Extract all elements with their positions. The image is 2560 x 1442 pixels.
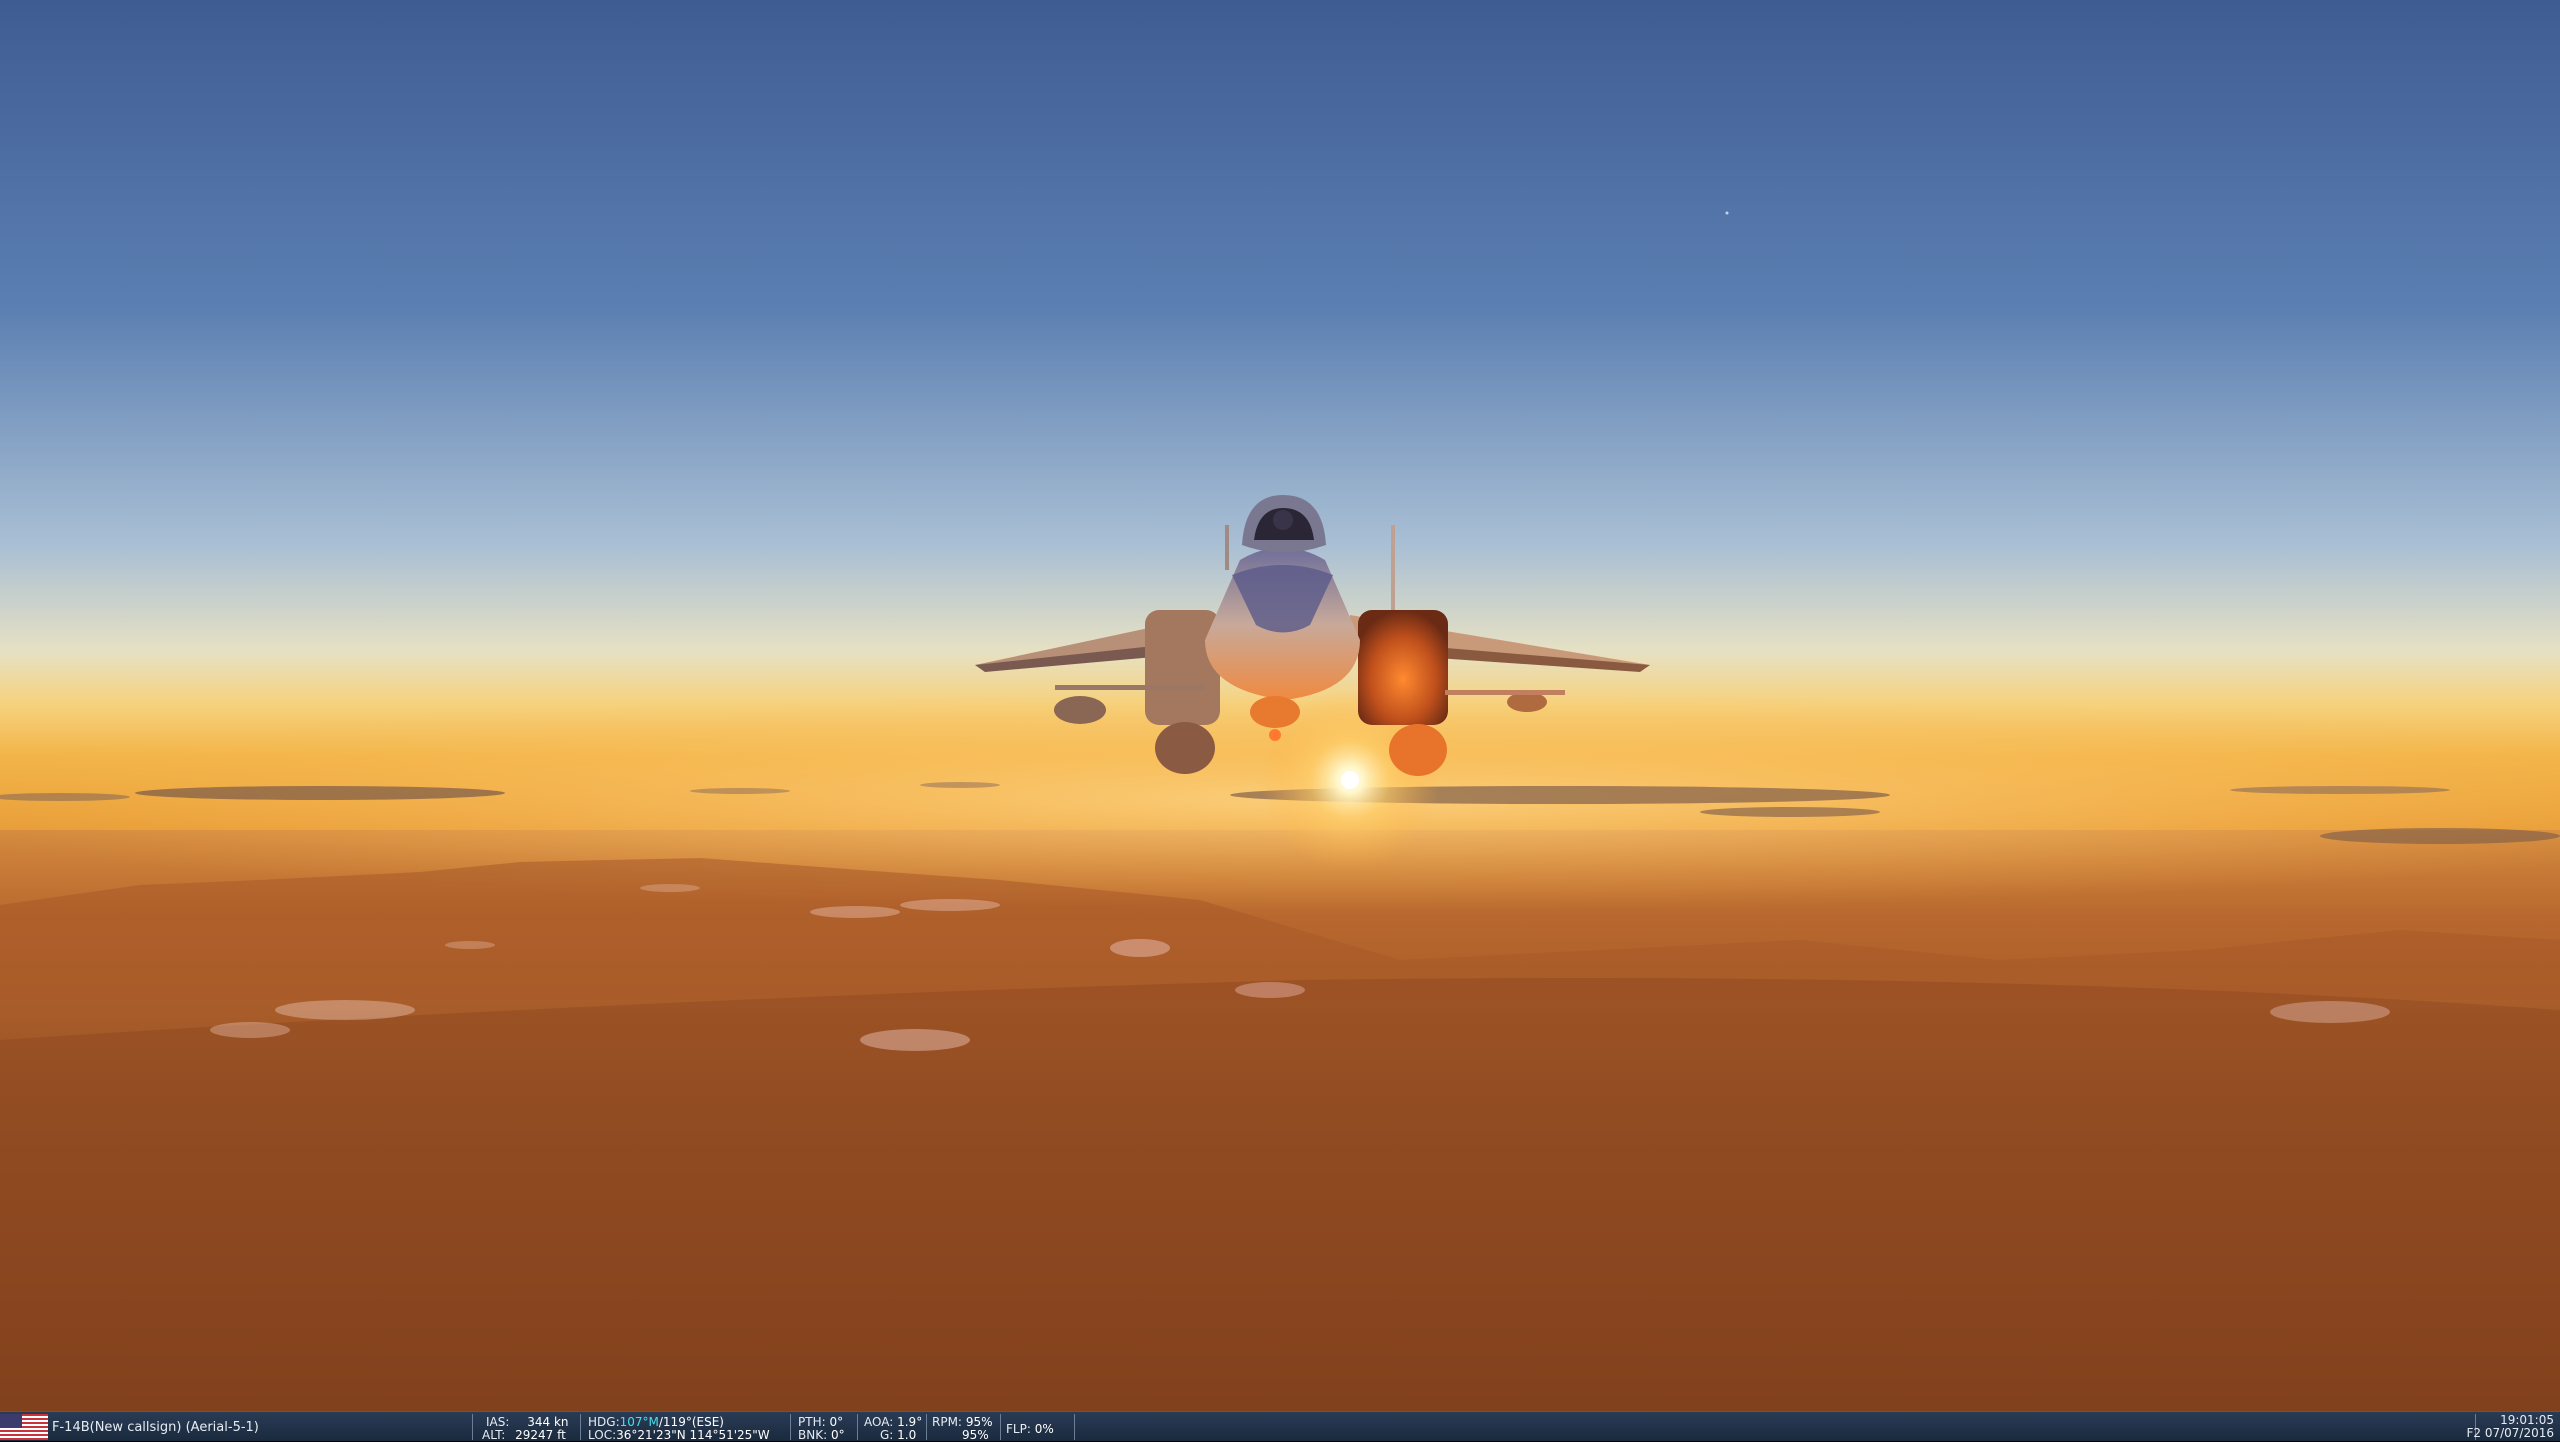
rpm-group: RPM: 95% 95% [930,1414,1002,1442]
pth-label: PTH: [798,1415,826,1429]
flp-value: 0% [1034,1422,1054,1436]
airspeed-altitude-group: IAS: 344 kn ALT: 29247 ft [480,1414,580,1442]
ias-label: IAS: [486,1415,510,1429]
us-flag-icon [0,1414,48,1440]
heading-location-group: HDG:107°M/119°(ESE) LOC:36°21'23"N 114°5… [586,1414,786,1442]
aoa-label: AOA: [864,1415,894,1429]
flp-label: FLP: [1006,1422,1031,1436]
rpm-label: RPM: [932,1415,962,1429]
aoa-g-group: AOA: 1.9° G: 1.0 [862,1414,924,1442]
status-bar: F-14B(New callsign) (Aerial-5-1) IAS: 34… [0,1411,2560,1442]
separator [472,1414,473,1440]
separator [1000,1414,1001,1440]
flaps-group: FLP: 0% [1004,1414,1074,1441]
mission-date: F2 07/07/2016 [2466,1426,2554,1440]
hdg-label: HDG: [588,1415,620,1429]
aoa-value: 1.9° [897,1415,923,1429]
separator [790,1414,791,1440]
pitch-bank-group: PTH: 0° BNK: 0° [796,1414,858,1442]
aircraft-callsign: F-14B(New callsign) (Aerial-5-1) [52,1420,259,1435]
separator [580,1414,581,1440]
rpm-value-left: 95% [965,1415,993,1429]
separator [1074,1414,1075,1440]
pth-value: 0° [829,1415,844,1429]
separator [926,1414,927,1440]
hdg-magnetic-value: 107°M [619,1415,659,1429]
flight-scene [0,0,2560,1412]
hdg-true-value: /119°(ESE) [658,1415,724,1429]
separator [857,1414,858,1440]
ias-value: 344 kn [527,1415,569,1429]
